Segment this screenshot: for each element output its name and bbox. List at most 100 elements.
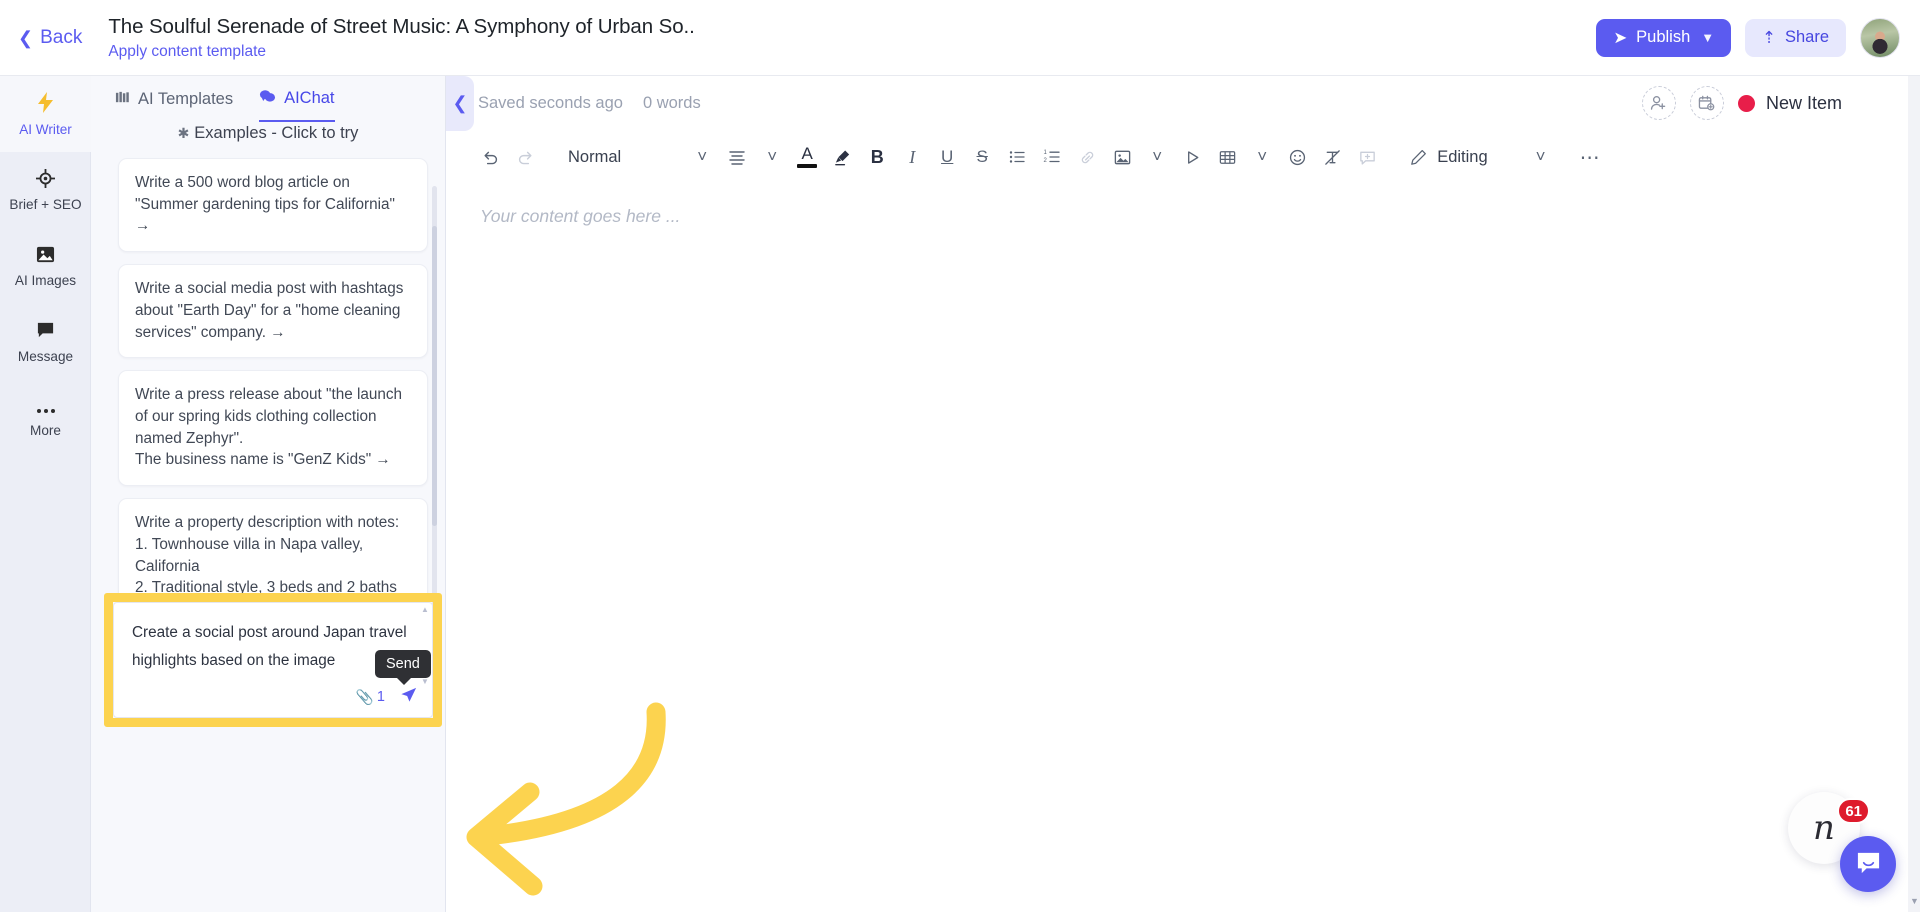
send-plane-icon: ➤ <box>1613 28 1628 47</box>
examples-list[interactable]: Write a 500 word blog article on "Summer… <box>91 144 446 664</box>
emoji-button[interactable] <box>1281 140 1313 174</box>
editor-meta-bar: Saved seconds ago 0 words New Item <box>446 76 1920 130</box>
ai-chat-panel: AI Templates AIChat ✱ Examples - Click to… <box>91 76 446 912</box>
bold-button[interactable]: B <box>861 140 893 174</box>
schedule-button[interactable] <box>1689 86 1724 120</box>
image-icon <box>36 245 55 268</box>
text-style-chevron-down-icon[interactable]: ˅ <box>686 140 718 174</box>
sidebar-item-ai-writer[interactable]: AI Writer <box>0 76 91 152</box>
panel-tabs: AI Templates AIChat <box>91 76 445 122</box>
left-rail: AI Writer Brief + SEO AI Images Message … <box>0 76 91 912</box>
send-button[interactable] <box>399 685 418 709</box>
attachment-button[interactable]: 📎 1 <box>356 689 385 706</box>
examples-heading-label: Examples - Click to try <box>194 124 359 142</box>
upload-icon: ⇡ <box>1762 28 1776 47</box>
redo-button[interactable] <box>509 140 541 174</box>
editor-area: Saved seconds ago 0 words New Item Norma… <box>446 76 1920 912</box>
chat-bubble-icon <box>1857 852 1879 874</box>
editing-label: Editing <box>1437 147 1488 166</box>
back-label: Back <box>40 26 83 48</box>
align-button[interactable] <box>721 140 753 174</box>
align-chevron-down-icon[interactable]: ˅ <box>756 140 788 174</box>
chat-launcher-button[interactable] <box>1840 836 1896 892</box>
collapse-panel-button[interactable]: ❮ <box>446 76 474 131</box>
insert-image-chevron-down-icon[interactable]: ˅ <box>1141 140 1173 174</box>
more-options-button[interactable]: ⋯ <box>1574 140 1607 174</box>
sidebar-label: Brief + SEO <box>9 196 82 212</box>
status-badge: New Item <box>1765 92 1842 113</box>
arrow-right-icon: → <box>135 217 151 235</box>
insert-table-chevron-down-icon[interactable]: ˅ <box>1246 140 1278 174</box>
new-item-status[interactable]: New Item <box>1737 92 1842 114</box>
arrow-right-icon: → <box>270 323 286 341</box>
attachment-count: 1 <box>376 689 385 705</box>
saved-status: Saved seconds ago <box>478 93 623 112</box>
link-button[interactable] <box>1071 140 1103 174</box>
example-text: Write a 500 word blog article on "Summer… <box>135 174 395 213</box>
back-button[interactable]: ❮ Back <box>18 27 82 49</box>
chat-icon <box>259 89 276 108</box>
share-label: Share <box>1784 28 1829 46</box>
clear-formatting-button[interactable] <box>1316 140 1348 174</box>
sidebar-item-ai-images[interactable]: AI Images <box>0 228 91 304</box>
publish-label: Publish <box>1636 28 1691 46</box>
chevron-left-icon: ❮ <box>18 27 34 48</box>
tab-label: AI Templates <box>138 89 234 108</box>
publish-button[interactable]: ➤ Publish ▼ <box>1596 18 1732 57</box>
word-count: 0 words <box>642 93 701 112</box>
sidebar-label: More <box>30 423 61 438</box>
font-color-button[interactable]: A <box>791 140 823 174</box>
add-collaborator-button[interactable] <box>1641 86 1676 120</box>
tab-aichat[interactable]: AIChat <box>259 76 335 122</box>
editor-placeholder: Your content goes here ... <box>480 206 681 226</box>
sidebar-item-more[interactable]: More <box>0 380 91 456</box>
underline-button[interactable]: U <box>931 140 963 174</box>
page-title: The Soulful Serenade of Street Music: A … <box>108 14 695 38</box>
tab-label: AIChat <box>284 88 335 107</box>
avatar[interactable] <box>1860 17 1900 58</box>
text-style-select[interactable]: Normal <box>558 140 631 174</box>
chevron-down-icon: ▼ <box>1701 30 1715 45</box>
insert-image-button[interactable] <box>1106 140 1138 174</box>
composer-actions: 📎 1 <box>356 685 418 709</box>
status-dot <box>1737 94 1755 112</box>
editor-meta-actions: New Item <box>1641 86 1842 120</box>
insert-video-button[interactable] <box>1176 140 1208 174</box>
document-body[interactable]: Your content goes here ... <box>446 184 1920 227</box>
example-card[interactable]: Write a 500 word blog article on "Summer… <box>118 158 428 253</box>
editor-toolbar: Normal ˅ ˅ A B I U S 12 ˅ ˅ Editing ˅ ⋯ <box>446 130 1920 184</box>
editing-mode-button[interactable]: Editing <box>1404 140 1493 174</box>
examples-heading: ✱ Examples - Click to try <box>91 122 445 144</box>
sidebar-label: AI Writer <box>19 121 72 137</box>
app-root: ❮ Back The Soulful Serenade of Street Mu… <box>0 0 1920 912</box>
sidebar-label: Message <box>17 348 74 364</box>
example-text: Write a press release about "the launch … <box>135 386 403 469</box>
arrow-right-icon: → <box>375 451 391 469</box>
templates-icon <box>115 90 130 109</box>
apply-content-template-link[interactable]: Apply content template <box>108 43 694 61</box>
sidebar-item-brief-seo[interactable]: Brief + SEO <box>0 152 91 228</box>
editing-chevron-down-icon[interactable]: ˅ <box>1525 140 1557 174</box>
italic-button[interactable]: I <box>896 140 928 174</box>
page-scrollbar[interactable]: ▼ <box>1908 76 1920 912</box>
top-bar: ❮ Back The Soulful Serenade of Street Mu… <box>0 0 1920 76</box>
lightning-icon <box>37 91 54 117</box>
tab-ai-templates[interactable]: AI Templates <box>115 76 233 122</box>
sparkle-icon: ✱ <box>177 125 190 141</box>
share-button[interactable]: ⇡ Share <box>1745 18 1846 57</box>
target-icon <box>35 167 56 192</box>
unread-badge: 61 <box>1837 798 1870 824</box>
example-card[interactable]: Write a social media post with hashtags … <box>118 264 428 359</box>
example-card[interactable]: Write a press release about "the launch … <box>118 370 428 487</box>
undo-button[interactable] <box>474 140 506 174</box>
bulleted-list-button[interactable] <box>1001 140 1033 174</box>
svg-text:1: 1 <box>1044 150 1048 156</box>
add-comment-button[interactable] <box>1351 140 1383 174</box>
insert-table-button[interactable] <box>1211 140 1243 174</box>
strikethrough-button[interactable]: S <box>966 140 998 174</box>
numbered-list-button[interactable]: 12 <box>1036 140 1068 174</box>
svg-text:2: 2 <box>1044 158 1048 164</box>
sidebar-item-message[interactable]: Message <box>0 304 91 380</box>
highlight-color-button[interactable] <box>826 140 858 174</box>
send-tooltip: Send <box>375 650 431 685</box>
